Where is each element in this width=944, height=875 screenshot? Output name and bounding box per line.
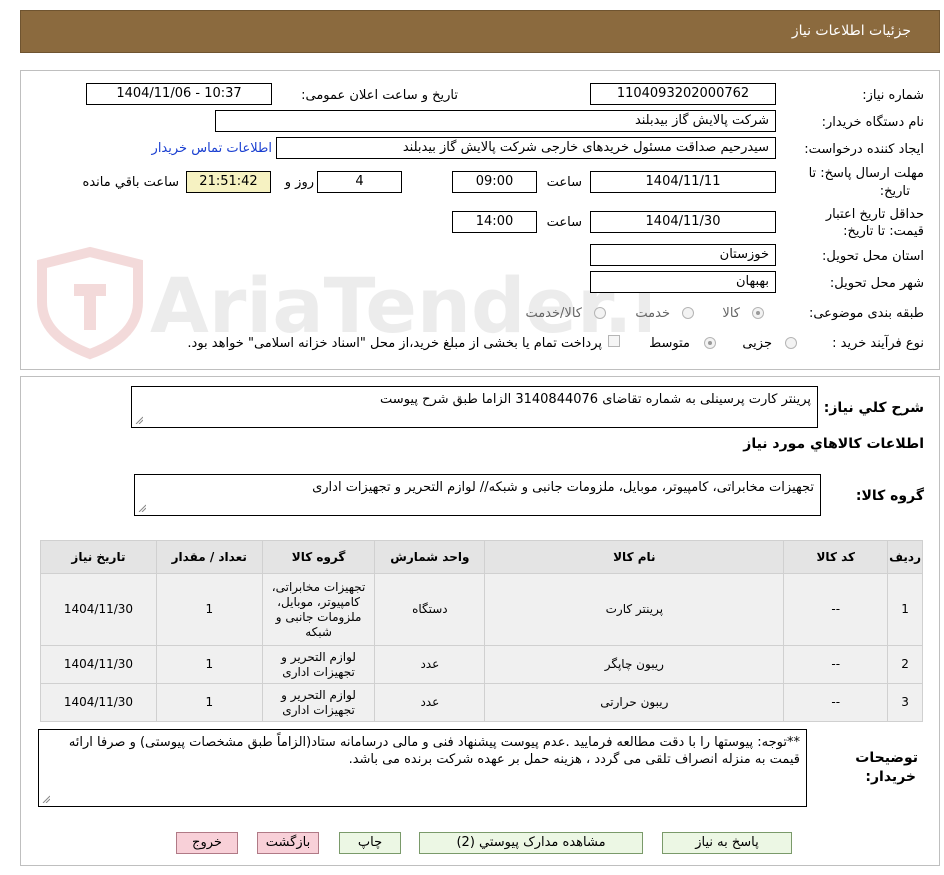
exit-button[interactable]: خروج xyxy=(176,832,238,854)
category-goods-radio[interactable] xyxy=(752,307,764,319)
page-title: جزئیات اطلاعات نیاز xyxy=(791,23,911,39)
process-medium-label: متوسط xyxy=(649,336,690,351)
city-label: شهر محل تحویل: xyxy=(829,276,924,291)
deadline-label: مهلت ارسال پاسخ: تا xyxy=(808,166,924,181)
col-unit-header: واحد شمارش xyxy=(374,540,486,574)
table-row: 1 -- پرینتر کارت دستگاه تجهیزات مخابراتی… xyxy=(40,573,923,646)
city-field: بهبهان xyxy=(590,271,776,293)
table-row: 3 -- ریبون حرارتی عدد لوازم التحریر و تج… xyxy=(40,683,923,722)
cell-qty: 1 xyxy=(155,645,263,684)
cell-unit: عدد xyxy=(374,645,486,684)
goods-group-label: گروه کالا: xyxy=(855,488,924,504)
cell-qty: 1 xyxy=(155,683,263,722)
view-attachments-button[interactable]: مشاهده مدارک پیوستي (2) xyxy=(419,832,643,854)
cell-unit: عدد xyxy=(374,683,486,722)
resize-grip-icon xyxy=(138,504,146,512)
resize-grip-icon xyxy=(135,416,143,424)
buyer-notes-label-line2: خریدار: xyxy=(865,769,916,785)
table-row: 2 -- ریبون چاپگر عدد لوازم التحریر و تجه… xyxy=(40,645,923,684)
need-number-field: 1104093202000762 xyxy=(590,83,776,105)
remaining-days-field: 4 xyxy=(317,171,402,193)
validity-label-line2: قیمت: تا تاریخ: xyxy=(843,224,924,239)
remaining-label: ساعت باقي مانده xyxy=(82,175,179,190)
province-field: خوزستان xyxy=(590,244,776,266)
buyer-notes-label: توضیحات xyxy=(855,750,918,766)
category-goods-label: کالا xyxy=(722,306,740,321)
cell-code: -- xyxy=(783,683,889,722)
reply-button[interactable]: پاسخ به نیاز xyxy=(662,832,792,854)
cell-date: 1404/11/30 xyxy=(40,645,157,684)
col-row-header: ردیف xyxy=(887,540,923,574)
buyer-notes-text: **توجه: پیوستها را با دقت مطالعه فرمایید… xyxy=(68,735,800,767)
cell-code: -- xyxy=(783,573,889,646)
remaining-time-field: 21:51:42 xyxy=(186,171,271,193)
summary-textarea[interactable]: پرینتر کارت پرسینلی به شماره تقاضای 3140… xyxy=(131,386,818,428)
category-service-radio[interactable] xyxy=(682,307,694,319)
cell-name: ریبون حرارتی xyxy=(484,683,785,722)
summary-label: شرح کلي نیاز: xyxy=(823,400,924,416)
treasury-payment-checkbox[interactable] xyxy=(608,335,620,347)
validity-date-field: 1404/11/30 xyxy=(590,211,776,233)
deadline-label-line2: تاریخ: xyxy=(879,184,910,199)
buyer-notes-textarea[interactable]: **توجه: پیوستها را با دقت مطالعه فرمایید… xyxy=(38,729,807,807)
deadline-time-label: ساعت xyxy=(546,175,582,190)
cell-date: 1404/11/30 xyxy=(40,683,157,722)
resize-grip-icon xyxy=(42,795,50,803)
buyer-org-label: نام دستگاه خریدار: xyxy=(821,115,924,130)
goods-table: ردیف کد کالا نام کالا واحد شمارش گروه کا… xyxy=(40,540,923,722)
announce-field: 1404/11/06 - 10:37 xyxy=(86,83,272,105)
cell-group: لوازم التحریر و تجهیزات اداری xyxy=(261,683,376,722)
announce-label: تاریخ و ساعت اعلان عمومی: xyxy=(301,88,458,103)
goods-group-text: تجهیزات مخابراتی، کامپیوتر، موبایل، ملزو… xyxy=(312,480,814,495)
cell-group: تجهیزات مخابراتی، کامپیوتر، موبایل، ملزو… xyxy=(261,573,376,646)
cell-code: -- xyxy=(783,645,889,684)
category-service-label: خدمت xyxy=(635,306,670,321)
process-minor-radio[interactable] xyxy=(785,337,797,349)
cell-row: 2 xyxy=(887,645,923,684)
goods-group-textarea[interactable]: تجهیزات مخابراتی، کامپیوتر، موبایل، ملزو… xyxy=(134,474,821,516)
category-label: طبقه بندی موضوعی: xyxy=(808,306,924,321)
goods-section-title: اطلاعات کالاهاي مورد نیاز xyxy=(743,436,924,452)
validity-time-field: 14:00 xyxy=(452,211,537,233)
buyer-contact-link[interactable]: اطلاعات تماس خریدار xyxy=(152,141,272,156)
cell-date: 1404/11/30 xyxy=(40,573,157,646)
province-label: استان محل تحویل: xyxy=(822,249,924,264)
requester-field: سیدرحیم صداقت مسئول خریدهای خارجی شرکت پ… xyxy=(276,137,776,159)
summary-text: پرینتر کارت پرسینلی به شماره تقاضای 3140… xyxy=(380,392,811,407)
page-header: جزئیات اطلاعات نیاز xyxy=(20,10,940,53)
back-button[interactable]: بازگشت xyxy=(257,832,319,854)
process-medium-radio[interactable] xyxy=(704,337,716,349)
col-group-header: گروه کالا xyxy=(261,540,376,574)
process-type-label: نوع فرآیند خرید : xyxy=(832,336,924,351)
cell-name: پرینتر کارت xyxy=(484,573,785,646)
days-label: روز و xyxy=(284,175,314,190)
cell-qty: 1 xyxy=(155,573,263,646)
treasury-payment-note: پرداخت تمام یا بخشی از مبلغ خرید،از محل … xyxy=(187,336,602,351)
col-name-header: نام کالا xyxy=(484,540,785,574)
cell-row: 1 xyxy=(887,573,923,646)
buyer-org-field: شرکت پالایش گاز بیدبلند xyxy=(215,110,776,132)
category-goods-service-label: کالا/خدمت xyxy=(525,306,582,321)
col-code-header: کد کالا xyxy=(783,540,889,574)
cell-name: ریبون چاپگر xyxy=(484,645,785,684)
requester-label: ایجاد کننده درخواست: xyxy=(804,142,924,157)
deadline-date-field: 1404/11/11 xyxy=(590,171,776,193)
print-button[interactable]: چاپ xyxy=(339,832,401,854)
cell-unit: دستگاه xyxy=(374,573,486,646)
cell-group: لوازم التحریر و تجهیزات اداری xyxy=(261,645,376,684)
category-goods-service-radio[interactable] xyxy=(594,307,606,319)
process-minor-label: جزیی xyxy=(742,336,772,351)
validity-time-label: ساعت xyxy=(546,215,582,230)
deadline-time-field: 09:00 xyxy=(452,171,537,193)
goods-table-header: ردیف کد کالا نام کالا واحد شمارش گروه کا… xyxy=(40,540,923,574)
validity-label: حداقل تاریخ اعتبار xyxy=(825,207,924,222)
need-number-label: شماره نیاز: xyxy=(862,88,924,103)
col-qty-header: تعداد / مقدار xyxy=(155,540,263,574)
col-date-header: تاریخ نیاز xyxy=(40,540,157,574)
cell-row: 3 xyxy=(887,683,923,722)
